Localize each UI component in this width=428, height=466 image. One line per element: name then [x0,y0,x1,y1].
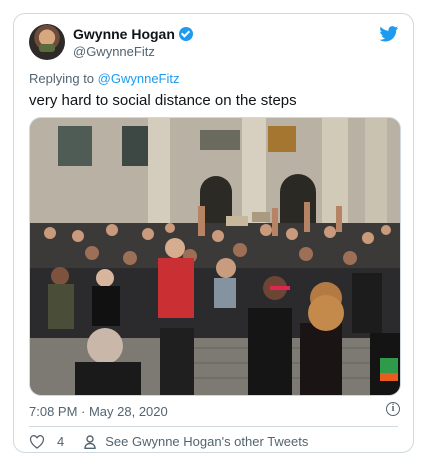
author-handle[interactable]: @GwynneFitz [73,44,155,59]
other-tweets-link[interactable]: See Gwynne Hogan's other Tweets [105,434,308,449]
like-count[interactable]: 4 [57,434,64,449]
info-icon[interactable]: i [386,402,400,416]
person-icon [84,434,96,449]
replying-to-prefix: Replying to [29,71,98,86]
tweet-card[interactable]: Gwynne Hogan @GwynneFitz Replying to @Gw… [13,13,414,453]
divider [29,426,398,427]
author-avatar[interactable] [29,24,65,60]
replying-to: Replying to @GwynneFitz [29,71,179,86]
author-name[interactable]: Gwynne Hogan [73,26,175,42]
tweet-timestamp[interactable]: 7:08 PM · May 28, 2020 [29,404,168,419]
author-name-row[interactable]: Gwynne Hogan [73,26,193,42]
verified-badge-icon [178,27,193,41]
protest-photo-illustration [30,118,400,395]
twitter-bird-icon[interactable] [379,26,399,42]
tweet-actions: 4 See Gwynne Hogan's other Tweets [29,434,308,449]
tweet-photo[interactable] [29,117,401,396]
replying-to-mention[interactable]: @GwynneFitz [98,71,180,86]
heart-icon[interactable] [29,434,45,449]
tweet-text: very hard to social distance on the step… [29,92,297,109]
